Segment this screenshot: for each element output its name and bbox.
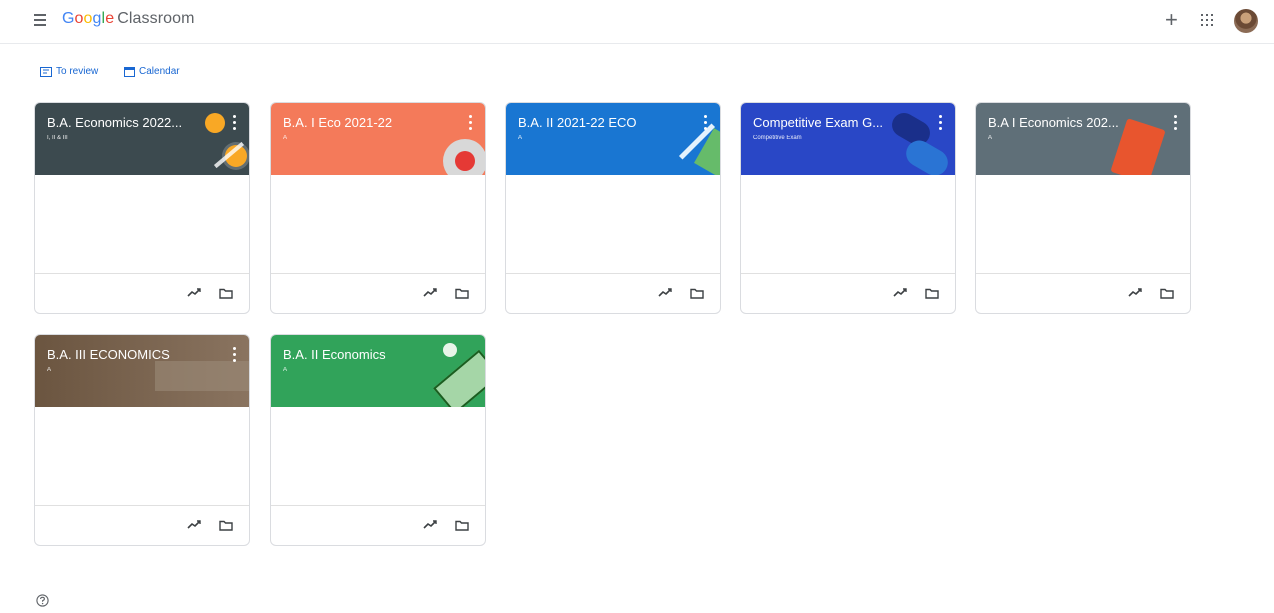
folder-icon[interactable]: [690, 288, 704, 299]
class-title[interactable]: B.A. II 2021-22 ECO: [518, 115, 678, 130]
class-title[interactable]: B.A. II Economics: [283, 347, 443, 362]
brand-letter: o: [83, 10, 93, 27]
class-section: A: [283, 135, 288, 141]
folder-icon[interactable]: [219, 520, 233, 531]
target-illustration: [455, 151, 475, 171]
app-name: Classroom: [117, 10, 195, 27]
class-card: B.A. III ECONOMICS A: [34, 334, 250, 546]
folder-icon[interactable]: [1160, 288, 1174, 299]
class-card-header[interactable]: B.A. Economics 2022... I, II & III: [35, 103, 249, 175]
class-title[interactable]: Competitive Exam G...: [753, 115, 913, 130]
more-vert-icon[interactable]: [231, 115, 237, 131]
class-card-body: [35, 407, 249, 505]
more-vert-icon[interactable]: [937, 115, 943, 131]
class-card-header[interactable]: B.A. II 2021-22 ECO A: [506, 103, 720, 175]
class-card-header[interactable]: B.A I Economics 202... A: [976, 103, 1190, 175]
class-card-body: [506, 175, 720, 273]
top-app-bar: Google Classroom +: [0, 0, 1274, 44]
class-card-footer: [976, 273, 1190, 313]
to-review-icon: [40, 66, 52, 77]
trending-icon[interactable]: [1128, 288, 1142, 298]
class-section: A: [988, 135, 993, 141]
folder-icon[interactable]: [219, 288, 233, 299]
banner-image: [155, 361, 249, 391]
trending-icon[interactable]: [187, 520, 201, 530]
class-card-footer: [271, 505, 485, 545]
trending-icon[interactable]: [423, 520, 437, 530]
class-section: I, II & III: [47, 135, 68, 141]
folder-icon[interactable]: [455, 288, 469, 299]
trending-icon[interactable]: [893, 288, 907, 298]
app-logo[interactable]: Google Classroom: [62, 10, 195, 28]
class-card-body: [35, 175, 249, 273]
trending-icon[interactable]: [187, 288, 201, 298]
menu-icon[interactable]: [34, 13, 50, 27]
class-card: B.A. Economics 2022... I, II & III: [34, 102, 250, 314]
class-title[interactable]: B.A. III ECONOMICS: [47, 347, 207, 362]
more-vert-icon[interactable]: [467, 115, 473, 131]
class-card-header[interactable]: B.A. I Eco 2021-22 A: [271, 103, 485, 175]
class-card: B.A. II Economics A: [270, 334, 486, 546]
calendar-link[interactable]: Calendar: [124, 66, 180, 77]
class-title[interactable]: B.A. I Eco 2021-22: [283, 115, 443, 130]
class-card-footer: [35, 273, 249, 313]
coin-illustration: [205, 113, 225, 133]
coin-illustration: [443, 343, 457, 357]
apps-grid-icon[interactable]: [1201, 14, 1213, 26]
class-section: A: [47, 367, 52, 373]
to-review-label: To review: [56, 66, 99, 77]
help-icon[interactable]: [36, 594, 49, 607]
class-card-body: [741, 175, 955, 273]
class-card-footer: [506, 273, 720, 313]
class-card-footer: [271, 273, 485, 313]
more-vert-icon[interactable]: [702, 115, 708, 131]
class-title[interactable]: B.A I Economics 202...: [988, 115, 1148, 130]
trending-icon[interactable]: [423, 288, 437, 298]
class-title[interactable]: B.A. Economics 2022...: [47, 115, 207, 130]
brand-letter: g: [92, 10, 102, 27]
class-card-header[interactable]: B.A. III ECONOMICS A: [35, 335, 249, 407]
folder-icon[interactable]: [925, 288, 939, 299]
avatar[interactable]: [1234, 9, 1258, 33]
folder-icon[interactable]: [455, 520, 469, 531]
trending-icon[interactable]: [658, 288, 672, 298]
class-section: Competitive Exam: [753, 135, 802, 141]
more-vert-icon[interactable]: [231, 347, 237, 363]
class-card-footer: [35, 505, 249, 545]
brand-letter: e: [105, 10, 115, 27]
class-card: B.A I Economics 202... A: [975, 102, 1191, 314]
brand-letter: o: [74, 10, 84, 27]
brand-letter: G: [62, 10, 75, 27]
class-card-header[interactable]: B.A. II Economics A: [271, 335, 485, 407]
class-card-body: [271, 175, 485, 273]
class-card: B.A. II 2021-22 ECO A: [505, 102, 721, 314]
class-card-body: [271, 407, 485, 505]
class-card-header[interactable]: Competitive Exam G... Competitive Exam: [741, 103, 955, 175]
more-vert-icon[interactable]: [1172, 115, 1178, 131]
calendar-label: Calendar: [139, 66, 180, 77]
class-card-footer: [741, 273, 955, 313]
calendar-icon: [124, 67, 135, 77]
class-card: Competitive Exam G... Competitive Exam: [740, 102, 956, 314]
class-card: B.A. I Eco 2021-22 A: [270, 102, 486, 314]
class-section: A: [518, 135, 523, 141]
to-review-link[interactable]: To review: [40, 66, 98, 77]
plus-icon[interactable]: +: [1165, 9, 1178, 31]
class-card-body: [976, 175, 1190, 273]
class-section: A: [283, 367, 288, 373]
